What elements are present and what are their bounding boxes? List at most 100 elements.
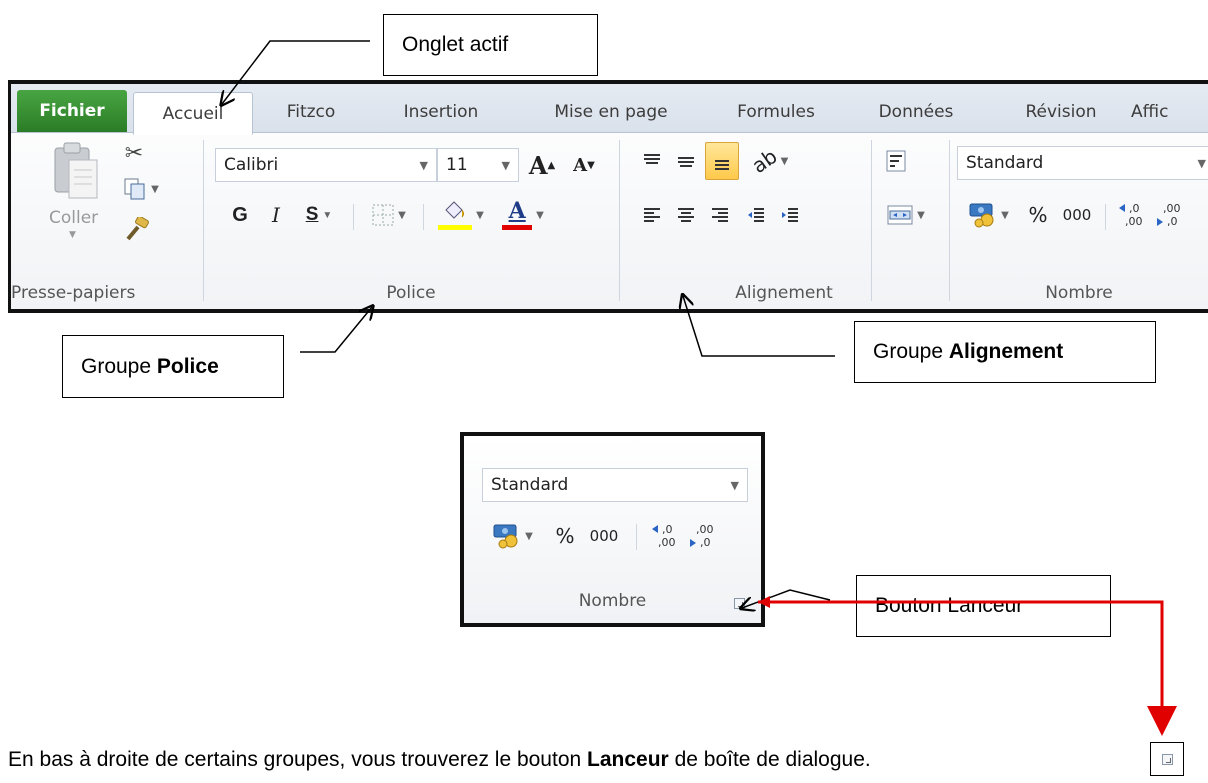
align-center-icon <box>678 208 694 222</box>
chevron-down-icon: ▼ <box>1001 209 1009 221</box>
mini-percent-button[interactable]: % <box>550 518 580 554</box>
paintbrush-icon <box>126 217 149 241</box>
font-size-field[interactable]: 11 ▼ <box>437 148 519 182</box>
mini-thousands-button[interactable]: 000 <box>584 518 624 554</box>
paste-label: Coller <box>49 208 99 228</box>
align-bottom-button[interactable] <box>705 142 739 180</box>
borders-button[interactable]: ▼ <box>363 198 415 232</box>
svg-text:,00: ,00 <box>1125 215 1143 228</box>
mini-percent-label: % <box>555 524 575 548</box>
italic-button[interactable]: I <box>261 198 291 232</box>
font-name-field[interactable]: Calibri ▼ <box>215 148 437 182</box>
chevron-down-icon: ▼ <box>780 155 789 167</box>
format-painter-button[interactable] <box>121 214 153 244</box>
tab-label: Fitzco <box>286 102 336 122</box>
wrap-text-icon <box>886 150 906 172</box>
callout-alignement-text: Groupe Alignement <box>873 340 1063 364</box>
decrease-indent-button[interactable] <box>741 198 771 232</box>
mini-accounting-format-button[interactable]: ▼ <box>484 518 542 554</box>
font-color-bar <box>502 225 533 230</box>
callout-police-bold: Police <box>156 354 219 378</box>
group-label-font: Police <box>386 283 436 303</box>
accounting-format-button[interactable]: ▼ <box>961 198 1017 232</box>
fill-color-swatch <box>438 198 473 232</box>
mini-increase-decimal-button[interactable]: ,0,00 <box>648 516 682 556</box>
wrap-text-button[interactable] <box>879 142 913 180</box>
footer-description: En bas à droite de certains groupes, vou… <box>8 748 871 772</box>
align-bottom-icon <box>715 160 729 170</box>
tab-fitzco[interactable]: Fitzco <box>261 92 361 132</box>
mini-thousands-label: 000 <box>589 527 619 545</box>
cut-button[interactable]: ✂ <box>119 138 149 168</box>
mini-number-format-field[interactable]: Standard ▼ <box>482 468 748 502</box>
decrease-decimal-icon: ,00,0 <box>690 523 714 549</box>
percent-button[interactable]: % <box>1023 198 1053 232</box>
callout-active-tab: Onglet actif <box>383 14 598 76</box>
decrease-decimal-icon: ,00,0 <box>1157 202 1181 228</box>
callout-alignement-bold: Alignement <box>948 340 1064 363</box>
grow-font-button[interactable]: A ▲ <box>525 148 559 182</box>
number-launcher-button[interactable] <box>734 598 745 609</box>
font-color-button[interactable]: A ▼ <box>495 196 551 234</box>
fill-color-bar <box>438 225 473 230</box>
bold-button[interactable]: G <box>225 198 255 232</box>
tab-fichier[interactable]: Fichier <box>17 90 127 132</box>
font-color-swatch: A <box>502 198 533 232</box>
borders-icon <box>372 204 394 226</box>
increase-indent-button[interactable] <box>775 198 805 232</box>
footer-prefix: En bas à droite de certains groupes, vou… <box>8 748 588 771</box>
mini-decrease-decimal-button[interactable]: ,00,0 <box>686 516 720 556</box>
thousands-button[interactable]: 000 <box>1057 198 1097 232</box>
number-format-field[interactable]: Standard ▼ <box>957 146 1208 180</box>
fill-color-button[interactable]: ▼ <box>431 196 491 234</box>
footer-bold: Lanceur <box>587 748 669 771</box>
group-label-number: Nombre <box>1045 283 1113 303</box>
align-middle-icon <box>678 157 694 167</box>
svg-text:,0: ,0 <box>1129 202 1140 215</box>
tab-donnees[interactable]: Données <box>861 92 971 132</box>
callout-police-text: Groupe Police <box>81 355 219 379</box>
align-top-icon <box>644 154 660 164</box>
paste-button[interactable]: Coller ▼ <box>41 138 111 242</box>
tab-revision[interactable]: Révision <box>1001 92 1121 132</box>
group-label-alignment: Alignement <box>735 283 833 303</box>
chevron-down-icon: ▼ <box>536 209 544 221</box>
align-center-button[interactable] <box>671 198 701 232</box>
chevron-down-icon: ▼ <box>730 479 739 492</box>
tab-accueil[interactable]: Accueil <box>133 92 253 135</box>
paint-bucket-icon <box>445 201 465 219</box>
scissors-icon: ✂ <box>124 140 144 166</box>
callout-police-group: Groupe Police <box>62 335 284 398</box>
shrink-font-label: A <box>573 154 588 176</box>
tab-affichage[interactable]: Affic <box>1131 92 1208 132</box>
shrink-font-button[interactable]: A ▼ <box>567 148 601 182</box>
footer-suffix: de boîte de dialogue. <box>668 748 871 771</box>
font-name-value: Calibri <box>224 155 279 175</box>
example-launcher-icon <box>1150 742 1184 776</box>
underline-button[interactable]: S ▼ <box>295 198 343 232</box>
align-right-button[interactable] <box>705 198 735 232</box>
svg-text:,0: ,0 <box>662 523 673 536</box>
align-top-button[interactable] <box>637 144 667 178</box>
grow-font-label: A <box>528 150 548 180</box>
align-left-button[interactable] <box>637 198 667 232</box>
tab-insertion[interactable]: Insertion <box>381 92 501 132</box>
copy-button[interactable]: ▼ <box>119 174 163 204</box>
orientation-button[interactable]: ab ▼ <box>745 144 795 178</box>
svg-text:,0: ,0 <box>1167 215 1178 228</box>
tab-mise-en-page[interactable]: Mise en page <box>526 92 696 132</box>
tab-formules[interactable]: Formules <box>716 92 836 132</box>
font-size-value: 11 <box>446 155 468 175</box>
merge-center-button[interactable]: ▼ <box>879 198 933 232</box>
increase-decimal-button[interactable]: ,0,00 <box>1115 196 1149 234</box>
svg-text:,0: ,0 <box>700 536 711 549</box>
mini-number-format-value: Standard <box>491 475 569 495</box>
increase-decimal-icon: ,0,00 <box>652 523 676 549</box>
align-middle-button[interactable] <box>671 144 701 178</box>
increase-indent-icon <box>782 208 798 222</box>
callout-active-tab-text: Onglet actif <box>402 33 509 56</box>
decrease-decimal-button[interactable]: ,00,0 <box>1153 196 1187 234</box>
thousands-label: 000 <box>1062 206 1092 224</box>
police-connector <box>300 307 372 353</box>
group-label-clipboard: Presse-papiers <box>11 283 136 303</box>
